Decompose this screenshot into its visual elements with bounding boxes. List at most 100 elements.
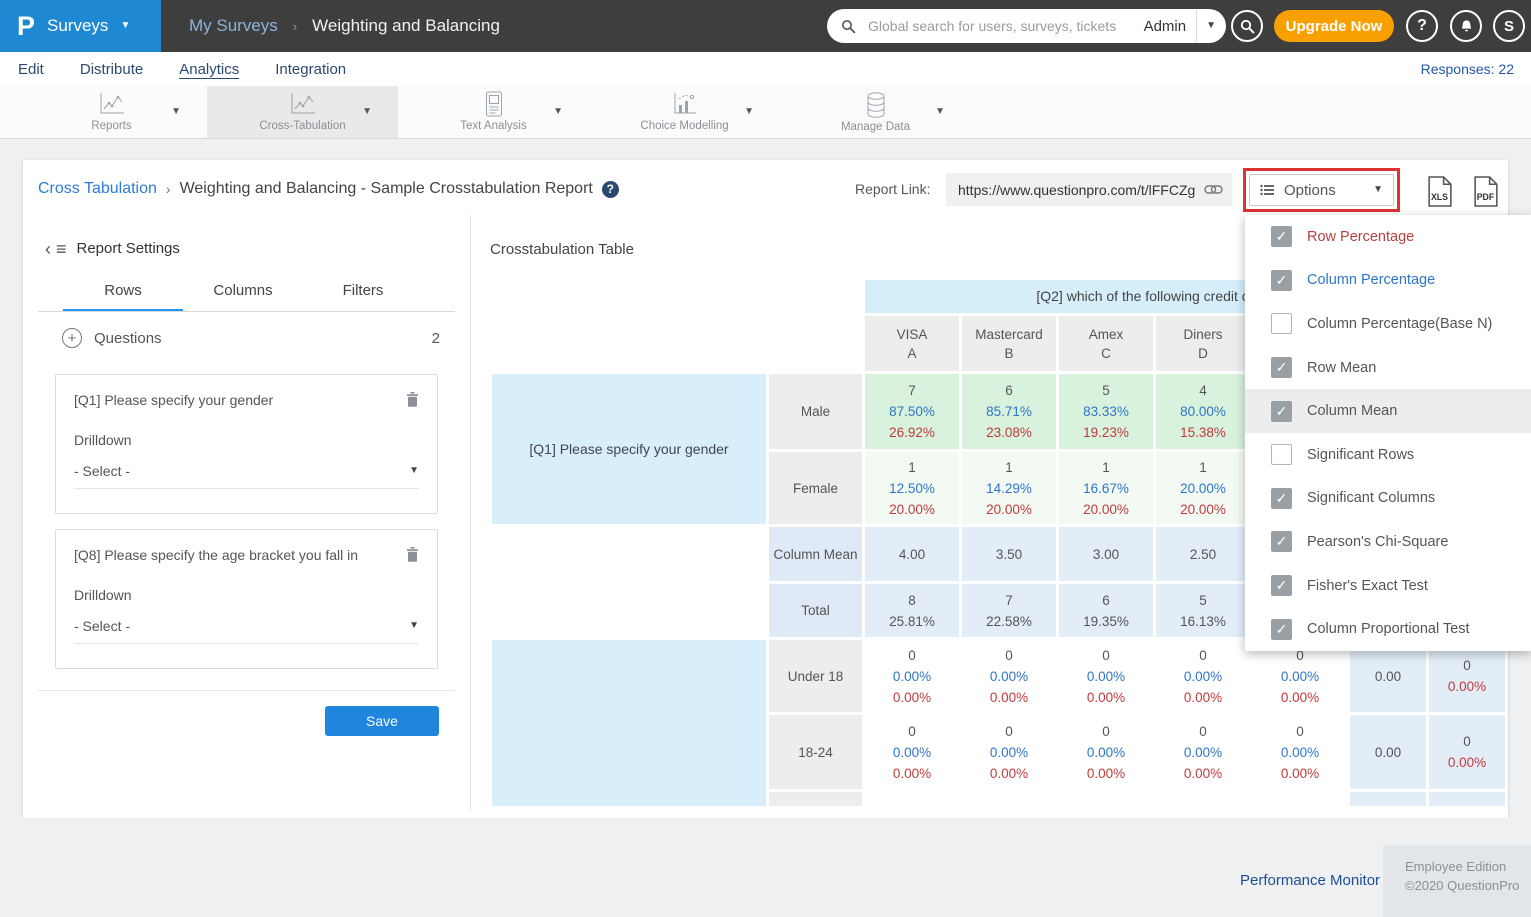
product-switcher[interactable]: P Surveys ▼	[0, 0, 161, 52]
data-cell: 825.81%	[865, 584, 959, 637]
menu-item-label: Row Percentage	[1307, 229, 1414, 245]
row-header: Male	[769, 374, 862, 449]
chevron-down-icon: ▼	[409, 466, 419, 476]
row-header: Total	[769, 584, 862, 637]
checked-checkbox-icon[interactable]: ✓	[1271, 270, 1292, 291]
checked-checkbox-icon[interactable]: ✓	[1271, 531, 1292, 552]
options-highlight-box: Options ▼	[1243, 168, 1400, 212]
data-cell: 480.00%15.38%	[1156, 374, 1250, 449]
menu-item-column-percentage-base-n[interactable]: Column Percentage(Base N)	[1245, 302, 1531, 346]
toolbar-module-cross-tabulation[interactable]: Cross-Tabulation▼	[207, 86, 398, 138]
menu-item-column-mean[interactable]: ✓Column Mean	[1245, 389, 1531, 433]
responses-count: Responses: 22	[1421, 61, 1514, 77]
options-dropdown-menu: ✓Row Percentage✓Column PercentageColumn …	[1245, 215, 1531, 651]
row-question-label	[492, 640, 766, 806]
checked-checkbox-icon[interactable]: ✓	[1271, 226, 1292, 247]
chevron-down-icon[interactable]: ▼	[744, 107, 754, 117]
tab-rows[interactable]: Rows	[63, 282, 183, 312]
row-total-cell: 00.00%	[1429, 715, 1505, 789]
data-cell: 787.50%26.92%	[865, 374, 959, 449]
toolbar-module-choice-modelling[interactable]: Choice Modelling▼	[589, 86, 780, 138]
menu-item-significant-rows[interactable]: Significant Rows	[1245, 433, 1531, 477]
data-cell: 112.50%20.00%	[865, 452, 959, 524]
tab-columns[interactable]: Columns	[183, 282, 303, 312]
nav-item-analytics[interactable]: Analytics	[179, 61, 239, 78]
drilldown-select[interactable]: - Select -▼	[74, 463, 419, 489]
search-scope-admin[interactable]: Admin	[1144, 18, 1187, 35]
menu-item-label: Row Mean	[1307, 360, 1376, 376]
unchecked-checkbox-icon[interactable]	[1271, 313, 1292, 334]
chevron-down-icon: ▼	[1373, 185, 1383, 195]
notifications-button[interactable]	[1450, 10, 1482, 42]
export-xls-button[interactable]: XLS	[1427, 176, 1453, 207]
checked-checkbox-icon[interactable]: ✓	[1271, 575, 1292, 596]
export-pdf-button[interactable]: PDF	[1473, 176, 1499, 207]
menu-item-pearson-s-chi-square[interactable]: ✓Pearson's Chi-Square	[1245, 520, 1531, 564]
menu-item-row-mean[interactable]: ✓ Row Mean	[1245, 346, 1531, 390]
add-question-icon[interactable]: +	[62, 328, 82, 348]
chevron-down-icon[interactable]: ▼	[1206, 21, 1216, 31]
questionpro-logo: P	[17, 11, 35, 42]
breadcrumb-my-surveys[interactable]: My Surveys	[189, 16, 278, 36]
nav-item-edit[interactable]: Edit	[18, 61, 44, 78]
search-input[interactable]	[866, 17, 1144, 35]
save-button[interactable]: Save	[325, 706, 439, 736]
performance-monitor-link[interactable]: Performance Monitor	[1240, 872, 1380, 889]
checked-checkbox-icon[interactable]: ✓	[1271, 488, 1292, 509]
help-button[interactable]: ?	[1406, 10, 1438, 42]
checked-checkbox-icon[interactable]: ✓	[1271, 619, 1292, 640]
checked-checkbox-icon[interactable]: ✓	[1271, 401, 1292, 422]
toolbar-module-label: Manage Data	[841, 121, 910, 133]
menu-item-fisher-s-exact-test[interactable]: ✓Fisher's Exact Test	[1245, 564, 1531, 608]
chevron-down-icon[interactable]: ▼	[171, 107, 181, 117]
chevron-down-icon[interactable]: ▼	[553, 107, 563, 117]
database-icon	[864, 91, 888, 119]
menu-item-column-proportional-test[interactable]: ✓ Column Proportional Test	[1245, 607, 1531, 651]
menu-item-label: Significant Rows	[1307, 447, 1414, 463]
cross-tabulation-link[interactable]: Cross Tabulation	[38, 180, 157, 198]
trash-icon[interactable]	[406, 547, 419, 562]
menu-item-row-percentage[interactable]: ✓ Row Percentage	[1245, 215, 1531, 259]
tabs-border	[38, 311, 455, 312]
trash-icon[interactable]	[406, 392, 419, 407]
tab-filters[interactable]: Filters	[303, 282, 423, 312]
report-url[interactable]: https://www.questionpro.com/t/lFFCZg	[958, 182, 1204, 198]
user-avatar[interactable]: S	[1493, 10, 1525, 42]
menu-item-label: Column Proportional Test	[1307, 621, 1470, 637]
edition-label: Employee Edition	[1405, 857, 1531, 876]
analytics-toolbar: Reports▼Cross-Tabulation▼Text Analysis▼C…	[0, 86, 1531, 139]
chevron-down-icon[interactable]: ▼	[935, 107, 945, 117]
help-icon[interactable]: ?	[602, 181, 619, 198]
report-link-box[interactable]: https://www.questionpro.com/t/lFFCZg	[946, 173, 1232, 206]
question-card: [Q1] Please specify your genderDrilldown…	[55, 374, 438, 514]
crosstab-table-title: Crosstabulation Table	[490, 241, 634, 258]
chevron-down-icon: ▼	[120, 21, 130, 31]
checked-checkbox-icon[interactable]: ✓	[1271, 357, 1292, 378]
toolbar-module-text-analysis[interactable]: Text Analysis▼	[398, 86, 589, 138]
question-mark-icon: ?	[1417, 17, 1427, 35]
nav-item-distribute[interactable]: Distribute	[80, 61, 143, 78]
questions-section-header: + Questions 2	[62, 328, 440, 348]
row-header: 18-24	[769, 715, 862, 789]
link-icon[interactable]	[1204, 184, 1223, 195]
nav-item-integration[interactable]: Integration	[275, 61, 346, 78]
breadcrumb: My Surveys › Weighting and Balancing	[189, 0, 500, 52]
toolbar-module-reports[interactable]: Reports▼	[16, 86, 207, 138]
upgrade-now-button[interactable]: Upgrade Now	[1274, 10, 1394, 42]
line-chart-icon	[288, 91, 318, 118]
row-header	[769, 792, 862, 806]
report-settings-toggle[interactable]: ‹ ≡ Report Settings	[45, 240, 180, 257]
menu-item-significant-columns[interactable]: ✓Significant Columns	[1245, 477, 1531, 521]
options-button[interactable]: Options ▼	[1249, 174, 1394, 206]
data-cell: 3.00	[1059, 527, 1153, 581]
line-chart-icon	[97, 91, 127, 118]
unchecked-checkbox-icon[interactable]	[1271, 444, 1292, 465]
top-bar: P Surveys ▼ My Surveys › Weighting and B…	[0, 0, 1531, 52]
chevron-down-icon[interactable]: ▼	[362, 107, 372, 117]
drilldown-select[interactable]: - Select -▼	[74, 618, 419, 644]
toolbar-module-manage-data[interactable]: Manage Data ▼	[780, 86, 971, 138]
search-submit-button[interactable]	[1231, 10, 1263, 42]
menu-item-column-percentage[interactable]: ✓Column Percentage	[1245, 259, 1531, 303]
survey-nav: Edit Distribute Analytics Integration	[0, 52, 1531, 86]
column-header: DinersD	[1156, 316, 1250, 371]
